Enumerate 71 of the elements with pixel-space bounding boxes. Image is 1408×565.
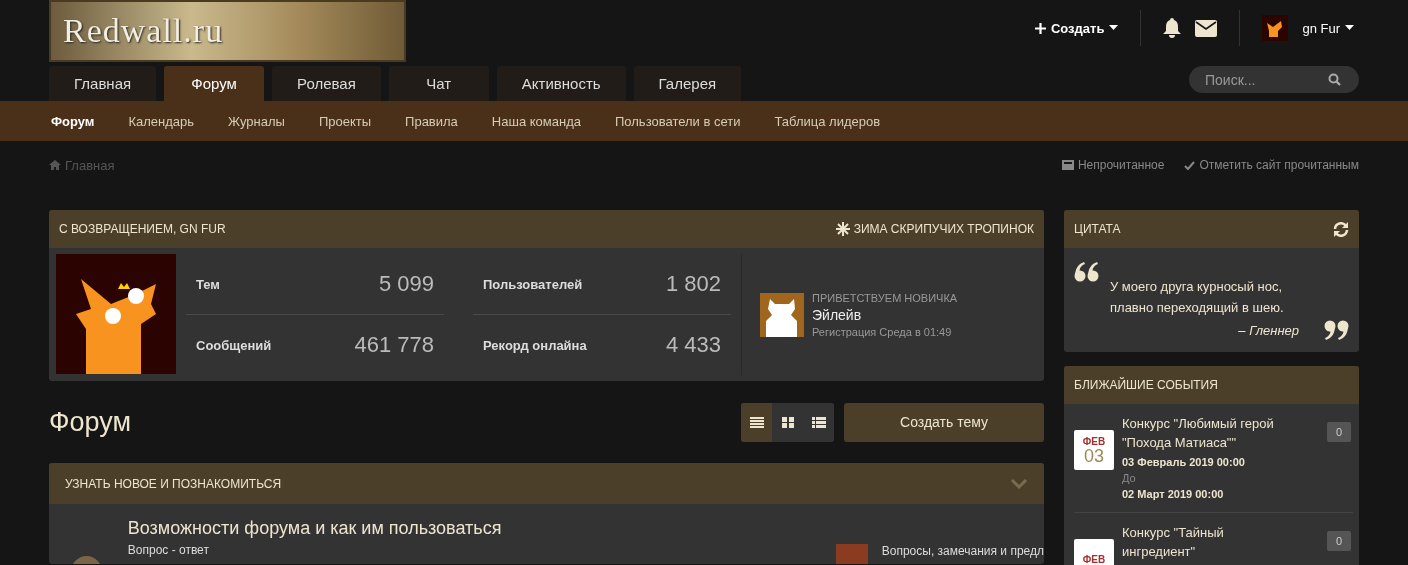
create-button[interactable]: Создать bbox=[1034, 20, 1119, 36]
category-header[interactable]: УЗНАТЬ НОВОЕ И ПОЗНАКОМИТЬСЯ bbox=[49, 463, 1044, 504]
newcomer-registration: Регистрация Среда в 01:49 bbox=[812, 325, 953, 338]
user-silhouette-avatar bbox=[760, 292, 804, 337]
toolbar-link[interactable]: Непрочитанное bbox=[1061, 158, 1165, 172]
calendar-date: ФЕВ 03 bbox=[1074, 430, 1114, 470]
nav-tab[interactable]: Чат bbox=[388, 66, 489, 101]
toolbar-link[interactable]: Отметить сайт прочитанным bbox=[1184, 158, 1359, 172]
snowflake-icon bbox=[835, 222, 850, 236]
comment-count: 0 bbox=[1326, 531, 1351, 551]
subnav-link[interactable]: Наша команда bbox=[491, 113, 581, 129]
event-title[interactable]: Конкурс "Любимый герой "Похода Матиаса"" bbox=[1122, 414, 1297, 452]
stat-value: 4 433 bbox=[665, 332, 721, 358]
event-start-date: 03 Февраль 2019 00:00 bbox=[1122, 456, 1246, 468]
user-menu[interactable]: gn Fur bbox=[1302, 20, 1354, 36]
subnav-link[interactable]: Правила bbox=[405, 113, 458, 129]
nav-tab[interactable]: Главная bbox=[49, 66, 157, 101]
page-title: Форум bbox=[49, 406, 131, 438]
stat-label: Тем bbox=[196, 276, 220, 292]
last-post-link[interactable]: Вопросы, замечания и предл bbox=[881, 544, 1044, 564]
grid-icon bbox=[781, 416, 794, 428]
event-title[interactable]: Конкурс "Тайный ингредиент" bbox=[1122, 523, 1297, 561]
calendar-date: ФЕВ bbox=[1074, 539, 1114, 565]
plus-icon bbox=[1034, 22, 1046, 34]
caret-icon bbox=[1109, 25, 1119, 31]
event-end-date: 02 Март 2019 00:00 bbox=[1122, 488, 1225, 500]
bell-icon[interactable] bbox=[1163, 18, 1182, 38]
open-quote-mark bbox=[1074, 262, 1100, 282]
widget-title: ЦИТАТА bbox=[1074, 222, 1121, 236]
close-quote-mark bbox=[1323, 320, 1349, 340]
nav-tab[interactable]: Активность bbox=[496, 66, 626, 101]
card-title: С ВОЗВРАЩЕНИЕМ, GN FUR bbox=[59, 222, 226, 236]
widget-title: БЛИЖАЙШИЕ СОБЫТИЯ bbox=[1074, 378, 1218, 392]
table-icon bbox=[811, 416, 826, 428]
newspaper-icon bbox=[1061, 160, 1074, 170]
subforum-link[interactable]: Вопрос - ответ bbox=[127, 543, 686, 557]
stat-label: Пользователей bbox=[483, 276, 583, 292]
category-title: УЗНАТЬ НОВОЕ И ПОЗНАКОМИТЬСЯ bbox=[65, 476, 282, 491]
subnav-link[interactable]: Проекты bbox=[318, 113, 372, 129]
newcomer-name[interactable]: Эйлейв bbox=[812, 306, 958, 323]
nav-tab[interactable]: Галерея bbox=[633, 66, 742, 101]
nav-tab[interactable]: Форум bbox=[164, 66, 265, 101]
stat-value: 1 802 bbox=[665, 271, 721, 297]
new-topic-button[interactable]: Создать тему bbox=[844, 402, 1044, 442]
event-until-label: До bbox=[1122, 472, 1137, 484]
forum-title[interactable]: Возможности форума и как им пользоваться bbox=[127, 518, 686, 539]
season-label: ЗИМА СКРИПУЧИХ ТРОПИНОК bbox=[853, 222, 1034, 236]
subnav-link[interactable]: Календарь bbox=[128, 113, 195, 129]
list-icon bbox=[749, 416, 764, 428]
caret-icon bbox=[1345, 25, 1354, 31]
nav-tab[interactable]: Ролевая bbox=[272, 66, 381, 101]
subnav-link[interactable]: Форум bbox=[51, 113, 95, 129]
search-icon[interactable] bbox=[1328, 73, 1341, 86]
subnav-link[interactable]: Журналы bbox=[228, 113, 285, 129]
stat-value: 5 099 bbox=[378, 271, 434, 297]
stat-value: 461 778 bbox=[354, 332, 434, 358]
stat-label: Сообщений bbox=[196, 337, 272, 353]
user-avatar[interactable] bbox=[1262, 15, 1289, 41]
quote-text: У моего друга курносый нос, плавно переходящий в шею. bbox=[1110, 278, 1285, 317]
envelope-icon[interactable] bbox=[1195, 19, 1218, 37]
subnav-link[interactable]: Таблица лидеров bbox=[774, 113, 881, 129]
newcomer-heading: ПРИВЕТСТВУЕМ НОВИЧКА bbox=[812, 291, 958, 304]
refresh-icon[interactable] bbox=[1333, 221, 1349, 237]
search-field[interactable]: Поиск... bbox=[1189, 66, 1359, 93]
stat-label: Рекорд онлайна bbox=[483, 337, 587, 353]
home-icon bbox=[49, 160, 61, 170]
comment-count: 0 bbox=[1326, 422, 1351, 442]
quote-author: – Гленнер bbox=[1238, 322, 1299, 338]
view-toggle[interactable] bbox=[741, 402, 772, 442]
subnav-link[interactable]: Пользователи в сети bbox=[615, 113, 741, 129]
checkmark-icon bbox=[1184, 160, 1196, 170]
